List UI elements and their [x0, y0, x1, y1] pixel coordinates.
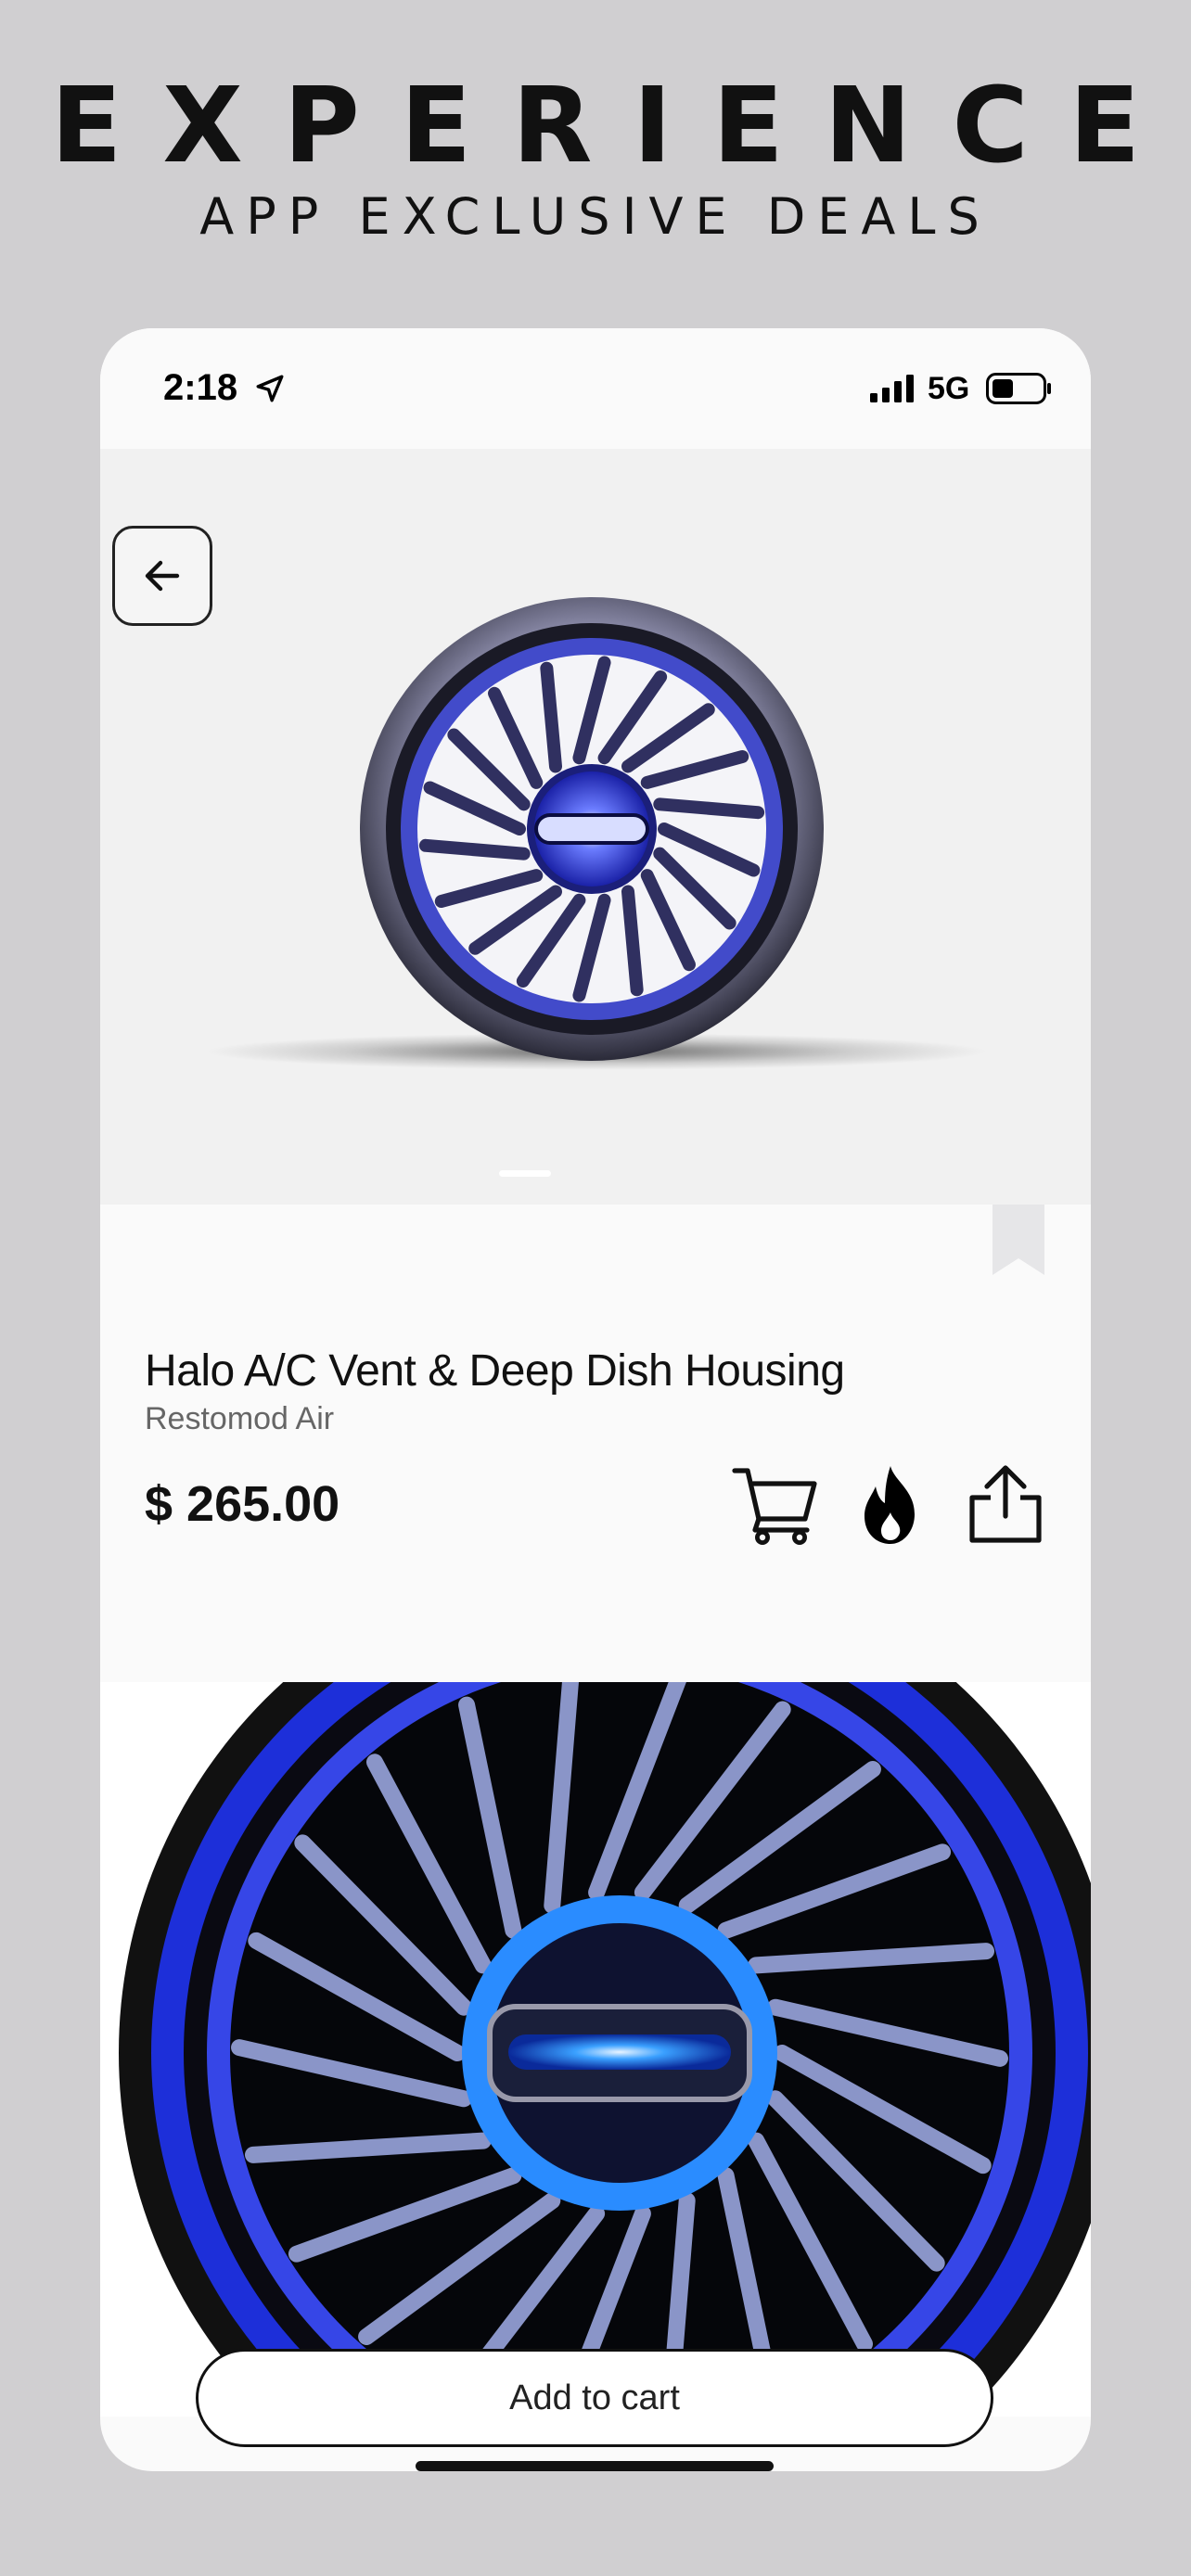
phone-screen: 2:18 5G Halo A/C Vent & Deep Dish Housin… — [100, 328, 1091, 2471]
product-image-gallery[interactable] — [100, 449, 1091, 1205]
status-bar: 2:18 5G — [100, 328, 1091, 449]
vent-spoke — [653, 797, 765, 820]
product-price: $ 265.00 — [145, 1476, 340, 1532]
cart-icon[interactable] — [731, 1462, 820, 1546]
vent-spoke — [540, 661, 562, 773]
vent-spoke — [418, 838, 531, 861]
home-indicator — [416, 2461, 774, 2471]
add-to-cart-button[interactable]: Add to cart — [196, 2349, 993, 2447]
signal-icon — [870, 375, 914, 402]
network-type: 5G — [928, 371, 970, 406]
location-arrow-icon — [256, 375, 284, 402]
gallery-page-indicator — [499, 1170, 551, 1177]
product-image — [360, 597, 824, 1061]
product-closeup-image — [100, 1682, 1091, 2417]
promo-subheadline: APP EXCLUSIVE DEALS — [199, 187, 992, 246]
product-detail-image — [100, 1682, 1091, 2417]
share-icon[interactable] — [963, 1460, 1048, 1546]
product-title: Halo A/C Vent & Deep Dish Housing — [145, 1346, 845, 1396]
arrow-left-icon — [145, 560, 180, 592]
battery-icon — [986, 373, 1051, 404]
fire-icon[interactable] — [859, 1464, 922, 1546]
vent-spoke — [621, 885, 644, 997]
product-info: Halo A/C Vent & Deep Dish Housing Restom… — [100, 1205, 1091, 1682]
promo-headline: EXPERIENCE — [50, 66, 1182, 186]
status-time: 2:18 — [163, 367, 238, 408]
back-button[interactable] — [112, 526, 212, 626]
product-vendor: Restomod Air — [145, 1401, 335, 1436]
bookmark-icon[interactable] — [992, 1205, 1044, 1275]
